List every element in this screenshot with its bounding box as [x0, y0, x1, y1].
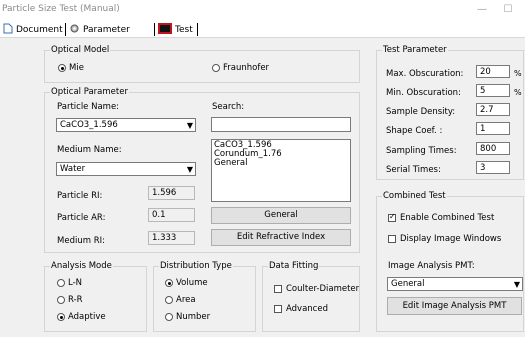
tab-test[interactable]: Test	[158, 23, 193, 37]
tab-separator	[65, 23, 66, 36]
radio-fraunhofer-label: Fraunhofer	[223, 63, 270, 73]
radio-adaptive-label: Adaptive	[68, 312, 106, 322]
radio-l-n[interactable]	[57, 279, 65, 287]
sample-density-input[interactable]: 2.7	[476, 103, 510, 116]
serial-times-input[interactable]: 3	[476, 161, 510, 174]
optical-model-legend: Optical Model	[51, 45, 110, 55]
search-label: Search:	[212, 102, 245, 112]
sampling-times-input[interactable]: 800	[476, 142, 510, 155]
particle-ar-field[interactable]: 0.1	[148, 208, 195, 222]
image-analysis-pmt-label: Image Analysis PMT:	[388, 261, 475, 271]
general-button[interactable]: General	[211, 207, 351, 224]
particle-name-value: CaCO3_1.596	[60, 120, 118, 130]
particle-name-label: Particle Name:	[57, 102, 120, 112]
radio-adaptive[interactable]	[57, 313, 65, 321]
optical-parameter-legend: Optical Parameter	[51, 87, 128, 97]
enable-combined-test-checkbox[interactable]	[388, 212, 396, 222]
gear-icon	[69, 23, 80, 37]
test-parameter-legend: Test Parameter	[383, 45, 447, 55]
particle-ar-label: Particle AR:	[57, 213, 106, 223]
edit-image-analysis-pmt-button[interactable]: Edit Image Analysis PMT	[387, 297, 522, 315]
tab-parameter[interactable]: Parameter	[69, 23, 130, 37]
chevron-down-icon: ▼	[513, 280, 520, 289]
radio-fraunhofer[interactable]	[212, 64, 220, 72]
percent-unit: %	[514, 88, 522, 97]
particle-ri-label: Particle RI:	[57, 191, 103, 201]
display-image-windows-label: Display Image Windows	[400, 234, 502, 244]
window-title: Particle Size Test (Manual)	[2, 4, 120, 14]
min-obscuration-label: Min. Obscuration:	[386, 88, 461, 98]
chevron-down-icon: ▼	[186, 121, 193, 130]
display-image-windows-checkbox[interactable]	[388, 235, 396, 243]
list-item[interactable]: General	[214, 159, 348, 168]
sampling-times-label: Sampling Times:	[386, 146, 457, 156]
tab-parameter-label: Parameter	[83, 25, 130, 35]
chevron-down-icon: ▼	[186, 165, 193, 174]
coulter-diameter-checkbox[interactable]	[274, 285, 282, 293]
min-obscuration-input[interactable]: 5	[476, 84, 510, 97]
radio-volume-label: Volume	[176, 278, 208, 288]
tab-separator	[197, 23, 198, 36]
search-input[interactable]	[211, 117, 351, 132]
max-obscuration-label: Max. Obscuration:	[386, 69, 464, 79]
edit-refractive-index-button[interactable]: Edit Refractive Index	[211, 229, 351, 246]
coulter-diameter-label: Coulter-Diameter	[286, 284, 360, 294]
radio-area-label: Area	[176, 295, 196, 305]
medium-ri-label: Medium RI:	[57, 236, 105, 246]
radio-mie-label: Mie	[69, 63, 84, 73]
tab-document-label: Document	[16, 25, 63, 35]
percent-unit: %	[514, 69, 522, 78]
radio-number-label: Number	[176, 312, 211, 322]
test-icon	[158, 23, 172, 37]
radio-l-n-label: L-N	[68, 278, 83, 288]
material-listbox[interactable]: CaCO3_1.596 Corundum_1.76 General	[211, 139, 351, 202]
tab-separator	[154, 23, 155, 36]
data-fitting-group: Data Fitting	[262, 262, 360, 332]
radio-volume[interactable]	[165, 279, 173, 287]
combined-test-legend: Combined Test	[383, 191, 446, 201]
distribution-type-legend: Distribution Type	[160, 261, 232, 271]
particle-ri-field[interactable]: 1.596	[148, 186, 195, 200]
max-obscuration-input[interactable]: 20	[476, 65, 510, 78]
advanced-label: Advanced	[286, 304, 328, 314]
medium-name-label: Medium Name:	[57, 145, 122, 155]
tab-underline	[0, 37, 525, 38]
shape-coef-label: Shape Coef. :	[386, 126, 443, 136]
data-fitting-legend: Data Fitting	[269, 261, 319, 271]
radio-mie[interactable]	[58, 64, 66, 72]
sample-density-label: Sample Density:	[386, 107, 456, 117]
medium-name-value: Water	[60, 164, 86, 174]
optical-model-group: Optical Model	[44, 46, 360, 83]
radio-r-r[interactable]	[57, 296, 65, 304]
shape-coef-input[interactable]: 1	[476, 122, 510, 135]
medium-name-dropdown[interactable]: Water ▼	[56, 162, 196, 176]
tab-document[interactable]: Document	[3, 23, 63, 37]
analysis-mode-legend: Analysis Mode	[51, 261, 112, 271]
radio-area[interactable]	[165, 296, 173, 304]
medium-ri-field[interactable]: 1.333	[148, 231, 195, 245]
radio-r-r-label: R-R	[68, 295, 83, 305]
advanced-checkbox[interactable]	[274, 305, 282, 313]
serial-times-label: Serial Times:	[386, 165, 441, 175]
tab-test-label: Test	[175, 25, 193, 35]
image-analysis-pmt-dropdown[interactable]: General ▼	[387, 277, 523, 291]
image-analysis-pmt-value: General	[391, 279, 425, 289]
maximize-button[interactable]: ☐	[500, 3, 516, 17]
enable-combined-test-label: Enable Combined Test	[400, 213, 495, 223]
radio-number[interactable]	[165, 313, 173, 321]
particle-name-dropdown[interactable]: CaCO3_1.596 ▼	[56, 118, 196, 132]
document-icon	[3, 23, 13, 37]
minimize-button[interactable]: —	[474, 3, 490, 17]
